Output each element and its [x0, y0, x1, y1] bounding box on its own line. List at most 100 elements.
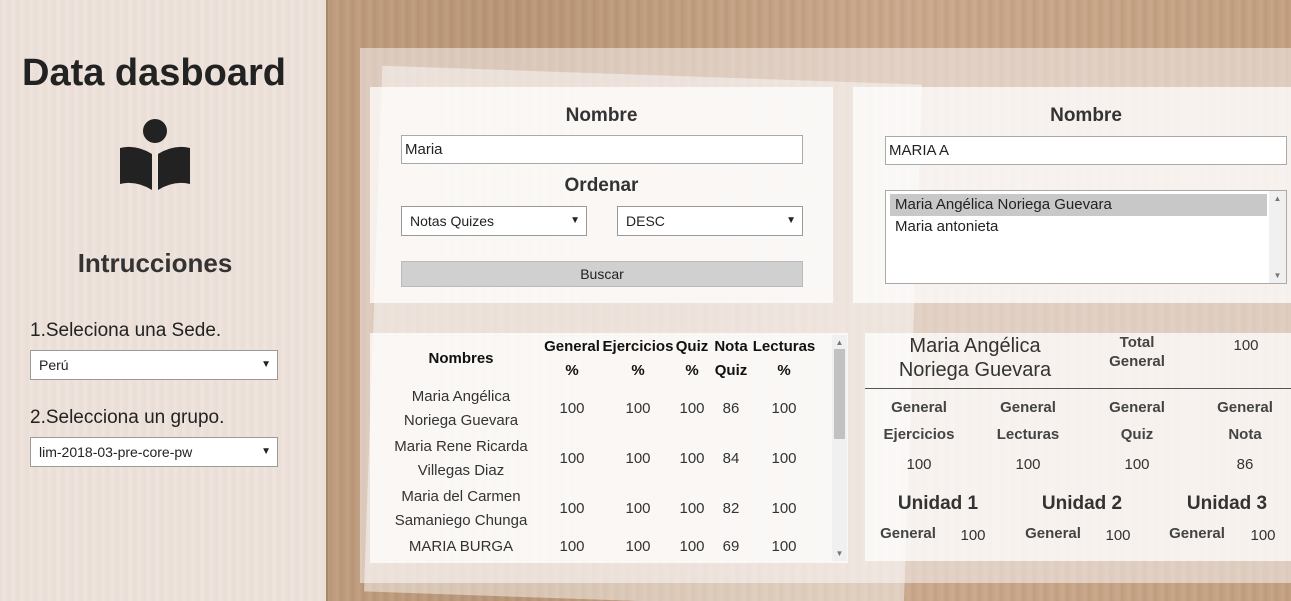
scroll-down-icon[interactable]: ▼	[832, 549, 847, 558]
cell-name: MARIA BURGA	[408, 538, 514, 555]
scroll-up-icon[interactable]: ▲	[832, 338, 847, 347]
caret-down-icon: ▼	[570, 215, 580, 226]
order-field-select[interactable]: Notas Quizes ▼	[401, 206, 587, 236]
col-header-lecturas: Lecturas	[752, 338, 816, 355]
unit-label: General	[1169, 525, 1225, 542]
cell-ejercicios: 100	[625, 400, 651, 417]
metric-label: General	[891, 399, 947, 416]
cell-nota: 84	[722, 450, 740, 467]
unit-title: Unidad 1	[897, 493, 979, 514]
cell-lecturas: 100	[771, 500, 797, 517]
col-header-ejercicios: Ejercicios	[602, 338, 674, 355]
cell-name: Maria Rene Ricarda	[394, 438, 528, 455]
caret-down-icon: ▼	[261, 359, 271, 370]
cell-quiz: 100	[679, 400, 705, 417]
cell-ejercicios: 100	[625, 538, 651, 555]
scroll-up-icon[interactable]: ▲	[1269, 194, 1286, 203]
list-item[interactable]: Maria Angélica Noriega Guevara	[890, 194, 1267, 216]
col-header-general-unit: %	[565, 362, 579, 379]
cell-general: 100	[559, 400, 585, 417]
metric-label: General	[1000, 399, 1056, 416]
cell-quiz: 100	[679, 538, 705, 555]
table-scrollbar[interactable]: ▲ ▼	[832, 335, 847, 561]
sede-select[interactable]: Perú ▼	[30, 350, 278, 380]
sede-select-value: Perú	[39, 357, 69, 373]
instructions-title: Intrucciones	[77, 248, 233, 278]
cell-general: 100	[559, 500, 585, 517]
name-lookup-label: Nombre	[1050, 105, 1122, 126]
unit-label: General	[880, 525, 936, 542]
list-item[interactable]: Maria antonieta	[890, 216, 1267, 238]
metric-value: 100	[906, 456, 932, 473]
cell-nota: 69	[722, 538, 740, 555]
col-header-nombres: Nombres	[428, 350, 494, 367]
unit-value: 100	[1105, 527, 1131, 544]
metric-value: 100	[1124, 456, 1150, 473]
order-direction-value: DESC	[626, 213, 665, 229]
name-lookup-value: MARIA A	[889, 142, 950, 159]
student-name-line: Noriega Guevara	[898, 359, 1052, 381]
name-label: Nombre	[565, 105, 638, 126]
sidebar: Data dasboard Intrucciones 1.Seleciona u…	[0, 0, 328, 601]
metric-label: Quiz	[1120, 426, 1154, 443]
cell-ejercicios: 100	[625, 500, 651, 517]
col-header-nota: Nota	[714, 338, 748, 355]
order-label: Ordenar	[564, 175, 639, 196]
metric-label: General	[1109, 399, 1165, 416]
col-header-general: General	[544, 338, 600, 355]
unit-title: Unidad 2	[1041, 493, 1123, 514]
unit-value: 100	[960, 527, 986, 544]
student-name: Maria Angélica Noriega Guevara	[880, 334, 1070, 382]
cell-name: Noriega Guevara	[403, 412, 519, 429]
name-lookup-input[interactable]: MARIA A	[885, 136, 1287, 165]
caret-down-icon: ▼	[786, 215, 796, 226]
total-label-line: Total	[1119, 334, 1155, 351]
total-general-value: 100	[1233, 337, 1259, 354]
scrollbar-thumb[interactable]	[834, 349, 845, 439]
page-title: Data dasboard	[22, 52, 286, 94]
col-header-quiz: Quiz	[675, 338, 709, 355]
cell-nota: 82	[722, 500, 740, 517]
scroll-down-icon[interactable]: ▼	[1269, 271, 1286, 280]
cell-quiz: 100	[679, 500, 705, 517]
name-search-input[interactable]: Maria	[401, 135, 803, 164]
metric-label: Nota	[1228, 426, 1262, 443]
cell-lecturas: 100	[771, 538, 797, 555]
cell-lecturas: 100	[771, 450, 797, 467]
metric-label: General	[1217, 399, 1273, 416]
name-search-value: Maria	[405, 141, 443, 158]
metric-value: 100	[1015, 456, 1041, 473]
metric-label: Lecturas	[996, 426, 1060, 443]
student-name-line: Maria Angélica	[909, 335, 1041, 357]
metric-value: 86	[1236, 456, 1254, 473]
step2-label: 2.Selecciona un grupo.	[30, 407, 225, 428]
cell-name: Maria del Carmen	[401, 488, 521, 505]
col-header-nota-sub: Quiz	[714, 362, 748, 379]
cell-name: Maria Angélica	[411, 388, 511, 405]
total-general-label: Total General	[1097, 333, 1177, 371]
cell-ejercicios: 100	[625, 450, 651, 467]
unit-label: General	[1025, 525, 1081, 542]
reader-icon	[120, 119, 190, 190]
name-results-list[interactable]: Maria Angélica Noriega Guevara Maria ant…	[885, 190, 1287, 284]
unit-value: 100	[1250, 527, 1276, 544]
cell-general: 100	[559, 538, 585, 555]
cell-quiz: 100	[679, 450, 705, 467]
cell-general: 100	[559, 450, 585, 467]
search-button[interactable]: Buscar	[401, 261, 803, 287]
order-field-value: Notas Quizes	[410, 213, 495, 229]
col-header-quiz-unit: %	[685, 362, 699, 379]
group-select-value: lim-2018-03-pre-core-pw	[39, 444, 193, 460]
step1-label: 1.Seleciona una Sede.	[30, 320, 222, 341]
caret-down-icon: ▼	[261, 446, 271, 457]
col-header-lecturas-unit: %	[777, 362, 791, 379]
cell-lecturas: 100	[771, 400, 797, 417]
metric-label: Ejercicios	[883, 426, 955, 443]
list-scrollbar[interactable]: ▲ ▼	[1269, 191, 1286, 283]
cell-name: Samaniego Chunga	[394, 512, 528, 529]
cell-nota: 86	[722, 400, 740, 417]
group-select[interactable]: lim-2018-03-pre-core-pw ▼	[30, 437, 278, 467]
order-direction-select[interactable]: DESC ▼	[617, 206, 803, 236]
col-header-ejercicios-unit: %	[631, 362, 645, 379]
divider	[865, 388, 1291, 389]
